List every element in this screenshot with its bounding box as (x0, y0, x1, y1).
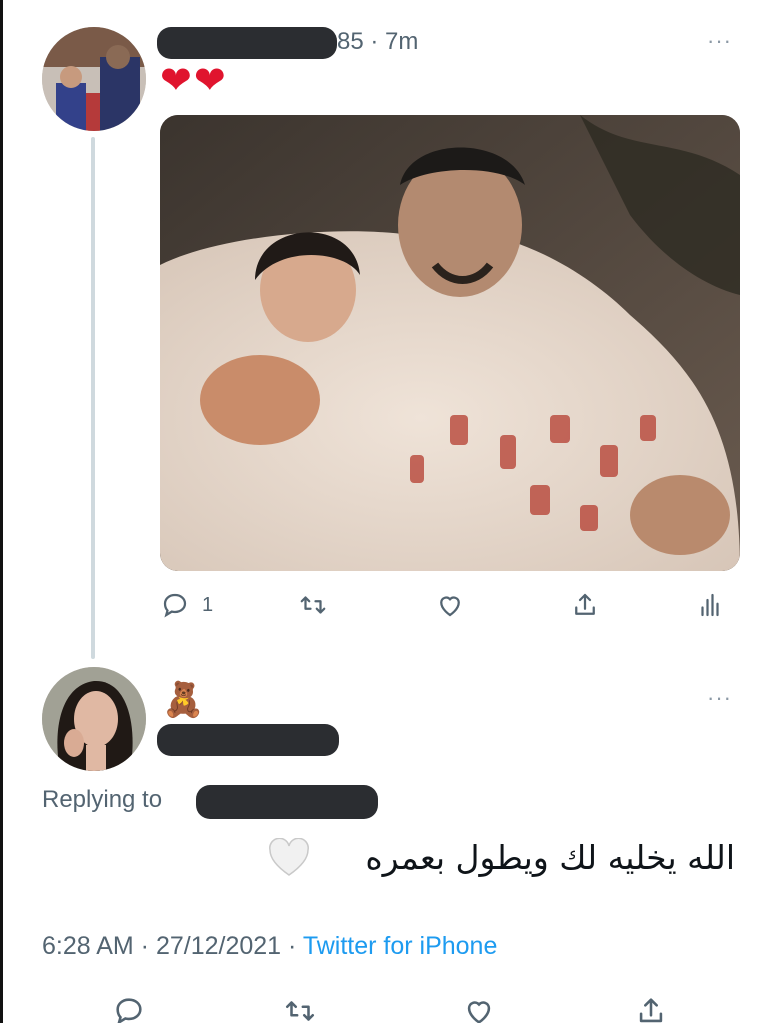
reply-button[interactable]: 1 (160, 585, 213, 625)
redacted-reply-name (157, 724, 339, 756)
analytics-button[interactable] (695, 585, 725, 625)
handle-suffix: 85 (337, 28, 364, 55)
reply-actions-bar (0, 990, 775, 1023)
retweet-button[interactable] (298, 585, 328, 625)
reply-text: الله يخليه لك ويطول بعمره (365, 838, 735, 877)
replying-to-label: Replying to (42, 786, 163, 813)
white-heart-emoji-icon (268, 837, 310, 878)
reply-count: 1 (202, 593, 214, 616)
avatar-reply-author[interactable] (42, 667, 146, 771)
window-edge (0, 0, 3, 1023)
like-icon (440, 596, 460, 617)
reply-timestamp[interactable]: 6:28 AM · 27/12/2021 · (42, 932, 303, 960)
more-options-icon[interactable]: ··· (707, 685, 732, 711)
red-heart-emoji-icon: ❤ (160, 58, 192, 102)
reply-timestamp-line: 6:28 AM · 27/12/2021 · Twitter for iPhon… (42, 932, 497, 961)
analytics-icon (701, 593, 719, 617)
meta-separator: · (370, 28, 379, 55)
more-options-icon[interactable]: ··· (707, 28, 732, 54)
avatar-tweet-author[interactable] (42, 27, 146, 131)
tweet-photo[interactable] (160, 115, 740, 571)
retweet-icon (300, 596, 326, 614)
share-button[interactable] (570, 585, 600, 625)
share-icon (575, 593, 595, 615)
share-icon[interactable] (634, 994, 668, 1023)
thread-line (91, 137, 95, 659)
redacted-author-name (157, 27, 337, 59)
reply-icon[interactable] (112, 994, 146, 1023)
reply-icon (163, 593, 187, 618)
like-icon[interactable] (462, 994, 496, 1023)
reply-source[interactable]: Twitter for iPhone (303, 932, 498, 960)
tweet-meta: 85 · 7m (337, 28, 418, 56)
retweet-icon[interactable] (283, 994, 317, 1023)
teddy-bear-emoji-icon: 🧸 (162, 680, 205, 720)
red-heart-emoji-icon: ❤ (193, 58, 226, 102)
tweet-time[interactable]: 7m (385, 28, 418, 55)
redacted-replying-to-handle[interactable] (196, 785, 378, 819)
tweet-actions: 1 (160, 585, 740, 625)
tweet-text: ❤ ❤ (160, 60, 226, 100)
like-button[interactable] (435, 585, 465, 625)
